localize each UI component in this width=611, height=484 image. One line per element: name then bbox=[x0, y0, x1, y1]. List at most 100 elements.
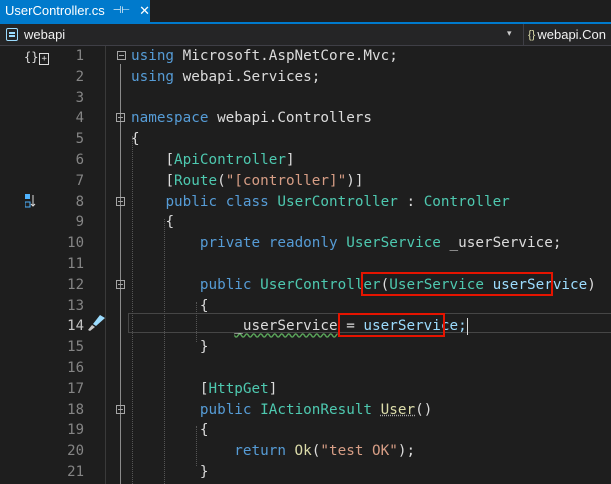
line-number: 3 bbox=[75, 89, 84, 106]
code-line[interactable]: 3 bbox=[0, 88, 611, 109]
line-number: 16 bbox=[67, 360, 84, 376]
parameter-highlight-box bbox=[361, 272, 553, 296]
attribute: Route bbox=[174, 172, 218, 189]
line-number: 10 bbox=[67, 235, 84, 252]
keyword: public bbox=[199, 401, 252, 418]
line-number: 11 bbox=[67, 256, 84, 272]
code-line[interactable]: 18 public IActionResult User() bbox=[0, 400, 611, 421]
namespace-dropdown[interactable]: {} webapi.Con bbox=[523, 24, 606, 45]
code-line[interactable]: 2 using webapi.Services; bbox=[0, 67, 611, 88]
line-number: 19 bbox=[67, 422, 84, 439]
chevron-down-icon[interactable]: ▾ bbox=[507, 28, 512, 39]
code-line[interactable]: 4 namespace webapi.Controllers bbox=[0, 108, 611, 129]
pin-icon[interactable]: ⊣⊢ bbox=[113, 0, 130, 22]
code-text: { bbox=[199, 297, 209, 314]
project-dropdown[interactable]: webapi bbox=[0, 24, 65, 45]
line-number: 5 bbox=[75, 131, 84, 148]
line-number: 2 bbox=[75, 68, 84, 85]
type-name: IActionResult bbox=[260, 401, 373, 418]
keyword: using bbox=[131, 68, 175, 85]
line-number: 14 bbox=[67, 318, 84, 335]
line-number: 17 bbox=[67, 380, 84, 397]
assignment-highlight-box bbox=[338, 313, 445, 337]
string-literal: "[controller]" bbox=[225, 172, 347, 189]
line-number: 9 bbox=[75, 214, 84, 231]
code-line[interactable]: 17 [HttpGet] bbox=[0, 379, 611, 400]
code-line[interactable]: 20 return Ok("test OK"); bbox=[0, 441, 611, 462]
code-text: Microsoft.AspNetCore.Mvc; bbox=[174, 48, 398, 64]
line-number: 8 bbox=[75, 193, 84, 210]
method-name: User bbox=[380, 401, 416, 418]
code-text: webapi.Controllers bbox=[208, 110, 373, 127]
line-number: 4 bbox=[75, 110, 84, 127]
string-literal: "test OK" bbox=[320, 443, 398, 460]
line-number: 6 bbox=[75, 152, 84, 168]
code-text: { bbox=[131, 131, 140, 148]
code-text: )] bbox=[346, 172, 364, 189]
type-name: UserService bbox=[346, 235, 441, 252]
line-number: 21 bbox=[67, 464, 84, 480]
code-line[interactable]: 19 { bbox=[0, 420, 611, 441]
keyword: public bbox=[165, 193, 218, 210]
field-name: _userService bbox=[234, 318, 338, 335]
code-line[interactable]: 9 { bbox=[0, 212, 611, 233]
code-line[interactable]: 6 [ApiController] bbox=[0, 150, 611, 171]
code-text: } bbox=[199, 339, 209, 356]
line-number: 12 bbox=[67, 276, 84, 293]
keyword: using bbox=[131, 48, 175, 64]
close-icon[interactable]: ✕ bbox=[139, 0, 150, 22]
namespace-icon: {} bbox=[528, 28, 536, 41]
base-class: Controller bbox=[423, 193, 510, 210]
line-number: 18 bbox=[67, 401, 84, 418]
code-line-active[interactable]: 14 _userService = userService; bbox=[0, 316, 611, 337]
code-line[interactable]: 1 using Microsoft.AspNetCore.Mvc; bbox=[0, 46, 611, 67]
line-number: 13 bbox=[67, 297, 84, 314]
fold-toggle-icon[interactable] bbox=[116, 404, 125, 414]
code-line[interactable]: 5 { bbox=[0, 129, 611, 150]
code-line[interactable]: 8 public class UserController : Controll… bbox=[0, 192, 611, 213]
class-name: UserController bbox=[277, 193, 398, 210]
code-line[interactable]: 7 [Route("[controller]")] bbox=[0, 171, 611, 192]
code-text: webapi.Services; bbox=[174, 68, 321, 85]
fold-toggle-icon[interactable] bbox=[116, 279, 125, 289]
keyword: public bbox=[199, 276, 252, 293]
fold-toggle-icon[interactable] bbox=[116, 113, 125, 123]
code-line[interactable]: 13 { bbox=[0, 296, 611, 317]
line-number: 1 bbox=[75, 48, 84, 64]
code-text: ) bbox=[587, 276, 596, 293]
tab-usercontroller[interactable]: UserController.cs ⊣⊢ ✕ bbox=[0, 0, 150, 22]
code-text: () bbox=[415, 401, 433, 418]
code-text: ] bbox=[268, 380, 278, 397]
code-text: ); bbox=[397, 443, 416, 460]
line-number: 15 bbox=[67, 339, 84, 356]
code-text: ] bbox=[285, 152, 295, 168]
fold-toggle-icon[interactable] bbox=[116, 196, 125, 206]
line-number: 7 bbox=[75, 172, 84, 189]
keyword: namespace bbox=[131, 110, 209, 127]
tab-strip: UserController.cs ⊣⊢ ✕ bbox=[0, 0, 611, 24]
code-text: } bbox=[199, 464, 209, 480]
code-line[interactable]: 10 private readonly UserService _userSer… bbox=[0, 233, 611, 254]
line-number: 20 bbox=[67, 443, 84, 460]
code-editor[interactable]: {} + 1 using Microsoft.AspNetCore.Mvc; 2 … bbox=[0, 46, 611, 484]
code-text: ( bbox=[217, 172, 226, 189]
code-text: : bbox=[397, 193, 424, 210]
method-name: Ok bbox=[285, 443, 312, 460]
code-line[interactable]: 15 } bbox=[0, 337, 611, 358]
keyword: class bbox=[225, 193, 269, 210]
keyword: private bbox=[199, 235, 261, 252]
code-text: { bbox=[165, 214, 175, 231]
keyword: readonly bbox=[268, 235, 338, 252]
namespace-label: webapi.Con bbox=[537, 27, 607, 42]
code-line[interactable]: 21 } bbox=[0, 462, 611, 483]
project-icon bbox=[6, 28, 18, 41]
code-text: { bbox=[199, 422, 209, 439]
attribute: HttpGet bbox=[208, 380, 269, 397]
project-label: webapi bbox=[24, 27, 66, 42]
tab-title: UserController.cs bbox=[5, 3, 105, 18]
code-line[interactable]: 16 bbox=[0, 358, 611, 379]
code-text: [ bbox=[165, 152, 175, 168]
code-text: [ bbox=[165, 172, 175, 189]
fold-toggle-icon[interactable] bbox=[117, 51, 126, 60]
navigation-bar: webapi ▾ {} webapi.Con bbox=[0, 24, 611, 46]
